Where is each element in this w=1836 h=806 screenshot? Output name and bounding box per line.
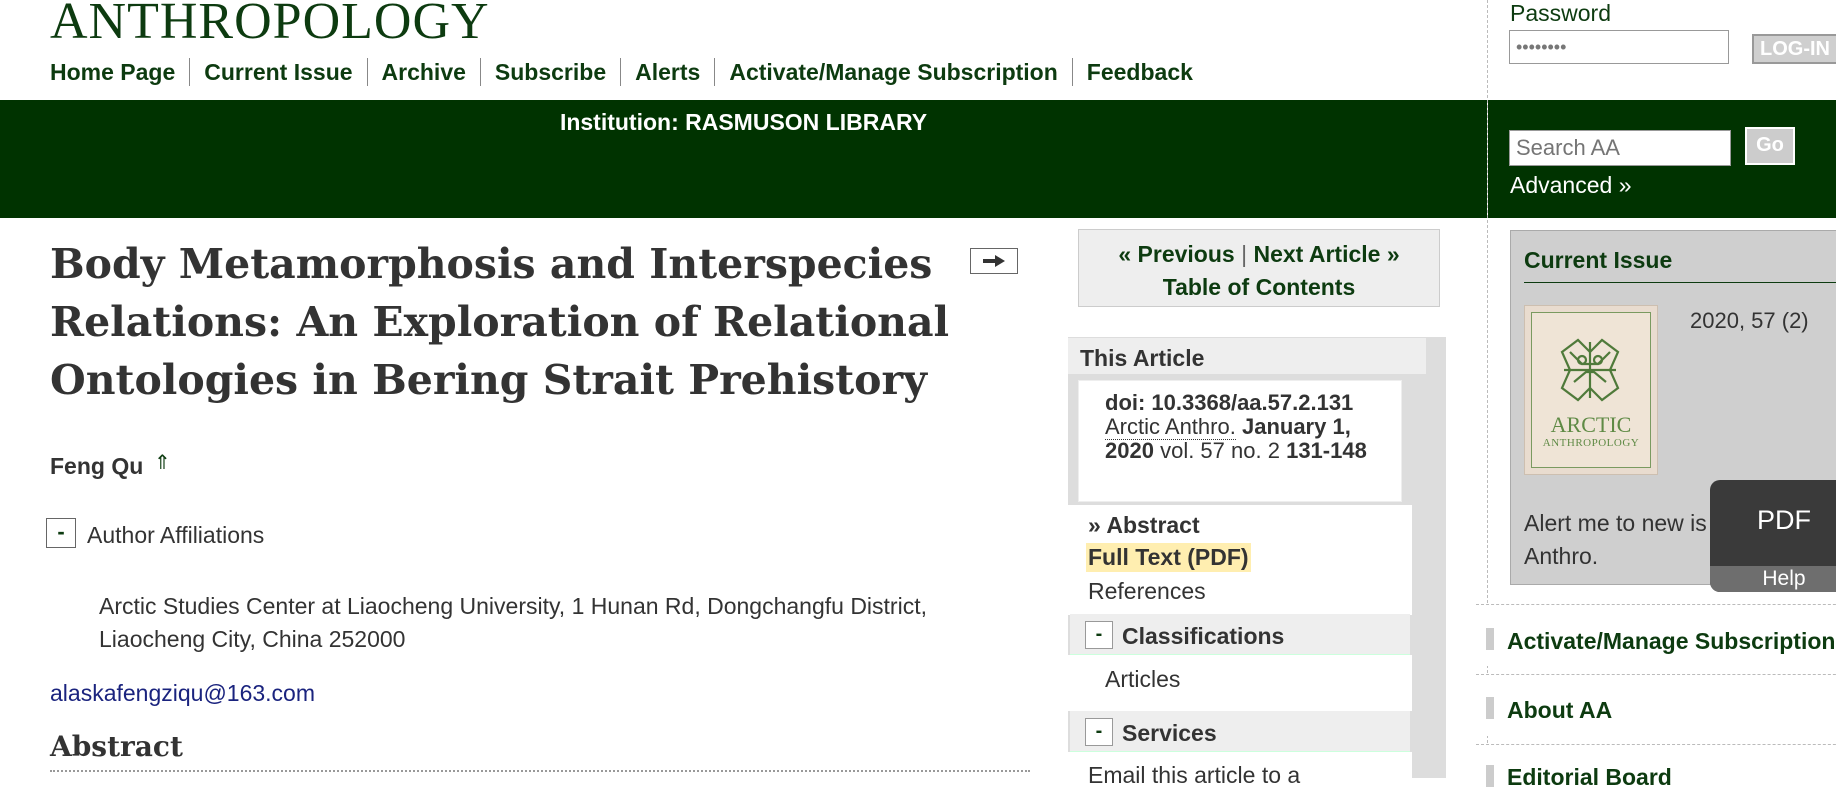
login-button[interactable]: LOG-IN xyxy=(1752,34,1836,64)
alert-me-text[interactable]: Alert me to new is Anthro. xyxy=(1524,507,1724,573)
journal-abbrev: Arctic Anthro. xyxy=(1105,414,1236,440)
top-navigation: Home Page Current Issue Archive Subscrib… xyxy=(42,56,1207,88)
abstract-heading: Abstract xyxy=(50,730,183,763)
nav-archive[interactable]: Archive xyxy=(366,58,480,86)
pager-separator: | xyxy=(1241,241,1248,267)
volume-issue: vol. 57 no. 2 xyxy=(1160,438,1280,463)
citation-box: doi: 10.3368/aa.57.2.131 Arctic Anthro. … xyxy=(1078,380,1402,502)
services-label: Services xyxy=(1122,720,1217,746)
previous-article-link[interactable]: « Previous xyxy=(1118,241,1234,267)
nav-activate-manage-subscription[interactable]: Activate/Manage Subscription xyxy=(714,58,1071,86)
sidebar-bullet xyxy=(1486,628,1494,650)
cover-subtitle: ANTHROPOLOGY xyxy=(1542,437,1640,449)
nav-feedback[interactable]: Feedback xyxy=(1071,58,1207,86)
current-issue-title: Current Issue xyxy=(1524,247,1673,273)
advanced-search-link[interactable]: Advanced » xyxy=(1510,172,1631,199)
abstract-divider xyxy=(50,770,1030,772)
search-go-button[interactable]: Go xyxy=(1745,127,1795,165)
arrow-right-icon[interactable] xyxy=(970,248,1018,274)
sidebar-link-about-aa[interactable]: About AA xyxy=(1507,697,1612,724)
current-issue-divider xyxy=(1524,282,1836,283)
doi-text: doi: 10.3368/aa.57.2.131 xyxy=(1105,390,1354,415)
services-header xyxy=(1070,711,1410,752)
classifications-toggle-button[interactable]: - xyxy=(1085,621,1113,649)
email-article-link[interactable]: Email this article to a xyxy=(1088,762,1300,789)
search-input[interactable] xyxy=(1509,130,1731,166)
nav-alerts[interactable]: Alerts xyxy=(620,58,714,86)
sidebar-link-activate-manage-subscription[interactable]: Activate/Manage Subscription xyxy=(1507,628,1835,655)
current-issue-date: 2020, 57 (2) xyxy=(1690,308,1809,333)
nav-subscribe[interactable]: Subscribe xyxy=(479,58,620,86)
article-pager: « Previous | Next Article » Table of Con… xyxy=(1078,229,1440,307)
affiliations-toggle-button[interactable]: - xyxy=(46,518,76,548)
password-input[interactable]: •••••••• xyxy=(1509,30,1729,64)
affiliation-text: Arctic Studies Center at Liaocheng Unive… xyxy=(99,593,927,652)
alert-text-line-1: Alert me to new is xyxy=(1524,510,1707,536)
alert-text-line-2: Anthro. xyxy=(1524,543,1599,569)
cover-art-icon xyxy=(1560,338,1620,402)
arrow-right-icon-glyph xyxy=(983,255,1005,267)
classifications-label: Classifications xyxy=(1122,623,1285,649)
nav-home-page[interactable]: Home Page xyxy=(42,58,189,86)
affiliations-label: Author Affiliations xyxy=(87,522,265,548)
page-range: 131-148 xyxy=(1286,438,1367,463)
nav-current-issue[interactable]: Current Issue xyxy=(189,58,366,86)
table-of-contents-link[interactable]: Table of Contents xyxy=(1163,274,1356,300)
institution-label: Institution: RASMUSON LIBRARY xyxy=(559,109,928,135)
journal-logo[interactable]: ANTHROPOLOGY xyxy=(50,0,490,50)
cover-title: ARCTIC xyxy=(1550,412,1632,437)
this-article-heading: This Article xyxy=(1068,338,1426,374)
author-name[interactable]: Feng Qu xyxy=(50,453,143,480)
pdf-widget-label[interactable]: PDF xyxy=(1710,505,1836,536)
author-arrow-icon[interactable]: ⇑ xyxy=(154,450,171,475)
author-email-link[interactable]: alaskafengziqu@163.com xyxy=(50,680,315,707)
services-toggle-button[interactable]: - xyxy=(1085,718,1113,746)
references-link[interactable]: References xyxy=(1088,578,1206,605)
sidebar-bullet xyxy=(1486,697,1494,719)
help-label[interactable]: Help xyxy=(1710,566,1836,592)
next-article-link[interactable]: Next Article » xyxy=(1253,241,1399,267)
sidebar-bullet xyxy=(1486,765,1494,787)
article-title: Body Metamorphosis and Interspecies Rela… xyxy=(50,240,950,404)
abstract-link[interactable]: » Abstract xyxy=(1088,512,1200,539)
classification-articles-link[interactable]: Articles xyxy=(1105,666,1180,693)
full-text-pdf-link[interactable]: Full Text (PDF) xyxy=(1086,543,1251,572)
password-label: Password xyxy=(1510,0,1611,26)
